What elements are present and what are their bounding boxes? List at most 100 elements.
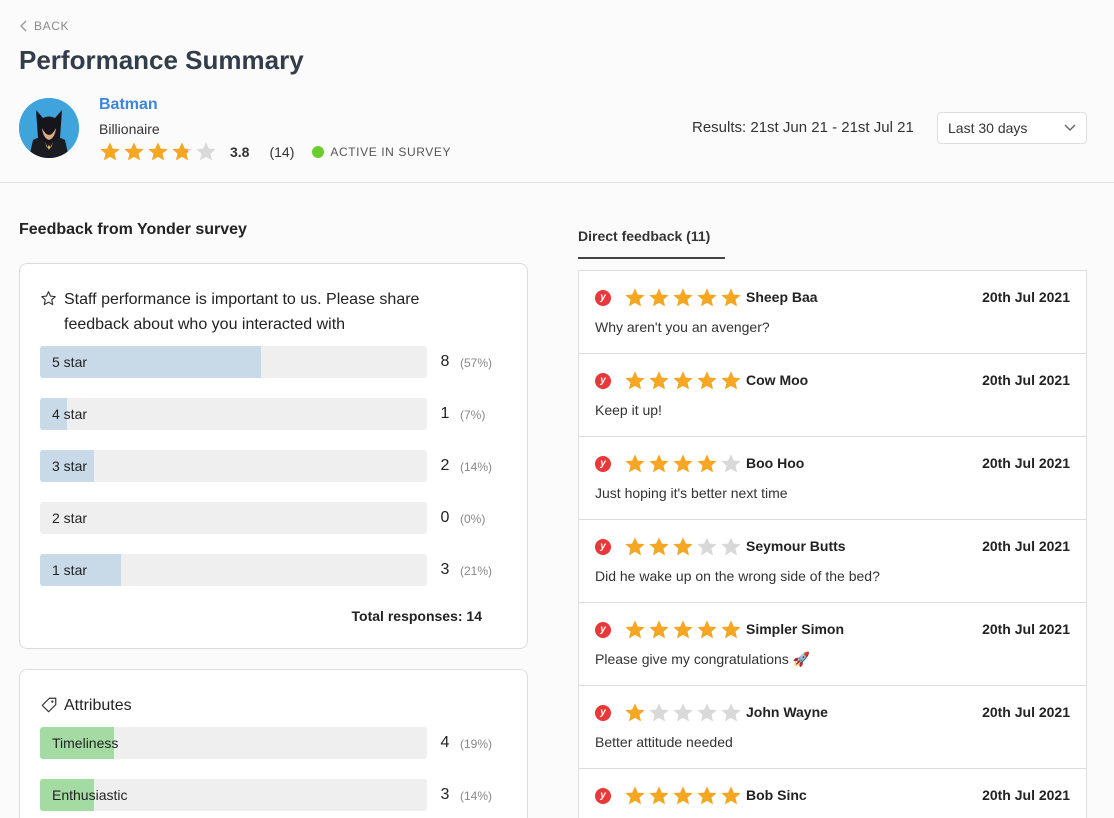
star-filled-icon: [649, 288, 669, 307]
bar-label: 5 star: [52, 354, 88, 370]
total-responses: Total responses: 14: [351, 608, 482, 624]
status-label: ACTIVE IN SURVEY: [330, 145, 452, 159]
bar-track: Timeliness: [40, 727, 427, 759]
feedback-date: 20th Jul 2021: [982, 538, 1070, 554]
star-filled-icon: [721, 786, 741, 805]
star-empty-icon: [721, 537, 741, 556]
bar-track: 1 star: [40, 554, 427, 586]
star-filled-icon: [625, 288, 645, 307]
bar-track: Enthusiastic: [40, 779, 427, 811]
feedback-date: 20th Jul 2021: [982, 787, 1070, 803]
bar-track: 5 star: [40, 346, 427, 378]
star-filled-icon: [124, 142, 144, 161]
yonder-logo-icon: y: [595, 290, 611, 306]
yonder-logo-icon: y: [595, 622, 611, 638]
star-filled-icon: [697, 620, 717, 639]
feedback-text: Better attitude needed: [595, 734, 733, 750]
star-filled-icon: [721, 371, 741, 390]
bar-label: 2 star: [52, 510, 88, 526]
bar-label: Timeliness: [52, 735, 119, 751]
star-filled-icon: [673, 786, 693, 805]
star-filled-icon: [649, 537, 669, 556]
feedback-author: Boo Hoo: [746, 455, 805, 471]
feedback-date: 20th Jul 2021: [982, 289, 1070, 305]
direct-feedback-list[interactable]: y Sheep Baa 20th Jul 2021 Why aren't you an…: [578, 270, 1087, 818]
yonder-logo-icon: y: [595, 373, 611, 389]
star-empty-icon: [721, 454, 741, 473]
bar-percent: (0%): [460, 512, 486, 526]
star-filled-icon: [673, 537, 693, 556]
feedback-text: Why aren't you an avenger?: [595, 319, 770, 335]
star-filled-icon: [100, 142, 120, 161]
performance-card: Staff performance is important to us. Pl…: [19, 263, 528, 649]
chevron-down-icon: [1064, 124, 1076, 131]
star-filled-icon: [649, 371, 669, 390]
avatar: [19, 98, 79, 158]
tag-icon: [40, 693, 64, 722]
bar-label: Enthusiastic: [52, 787, 128, 803]
star-filled-icon: [649, 786, 669, 805]
bar-count: 4: [440, 734, 450, 751]
feedback-date: 20th Jul 2021: [982, 621, 1070, 637]
feedback-date: 20th Jul 2021: [982, 455, 1070, 471]
performance-question: Staff performance is important to us. Pl…: [40, 287, 460, 337]
yonder-logo-icon: y: [595, 788, 611, 804]
feedback-stars: [624, 453, 742, 475]
feedback-stars: [624, 536, 742, 558]
tab-direct-feedback[interactable]: Direct feedback (11): [578, 228, 725, 259]
feedback-item[interactable]: y John Wayne 20th Jul 2021 Better attitude …: [579, 686, 1086, 769]
star-filled-icon: [697, 371, 717, 390]
star-filled-icon: [697, 454, 717, 473]
feedback-stars: [624, 702, 742, 724]
bar-label: 3 star: [52, 458, 88, 474]
period-select[interactable]: Last 30 days: [937, 112, 1087, 144]
bar-percent: (14%): [460, 460, 493, 474]
feedback-author: Simpler Simon: [746, 621, 845, 637]
bar-row: Enthusiastic 3 (14%): [40, 779, 500, 811]
feedback-item[interactable]: y Boo Hoo 20th Jul 2021 Just hoping it's be…: [579, 437, 1086, 520]
star-half-icon: [172, 142, 192, 161]
bar-percent: (19%): [460, 737, 493, 751]
batman-avatar-icon: [19, 98, 79, 158]
star-filled-icon: [625, 537, 645, 556]
feedback-item[interactable]: y Cow Moo 20th Jul 2021 Keep it up!: [579, 354, 1086, 437]
feedback-item[interactable]: y Sheep Baa 20th Jul 2021 Why aren't you an…: [579, 271, 1086, 354]
bar-label: 4 star: [52, 406, 88, 422]
star-filled-icon: [673, 371, 693, 390]
feedback-date: 20th Jul 2021: [982, 704, 1070, 720]
feedback-text: Did he wake up on the wrong side of the …: [595, 568, 880, 584]
feedback-item[interactable]: y Seymour Butts 20th Jul 2021 Did he wake u…: [579, 520, 1086, 603]
feedback-author: John Wayne: [746, 704, 828, 720]
star-empty-icon: [697, 703, 717, 722]
back-link[interactable]: BACK: [19, 19, 69, 33]
bar-row: Timeliness 4 (19%): [40, 727, 500, 759]
profile-role: Billionaire: [99, 121, 160, 137]
feedback-item[interactable]: y Simpler Simon 20th Jul 2021 Please give m…: [579, 603, 1086, 686]
profile-name[interactable]: Batman: [99, 96, 158, 114]
star-filled-icon: [673, 620, 693, 639]
bar-track: 4 star: [40, 398, 427, 430]
feedback-item[interactable]: y Bob Sinc 20th Jul 2021: [579, 769, 1086, 818]
rating-value: 3.8: [230, 144, 250, 160]
bar-row: 2 star 0 (0%): [40, 502, 500, 534]
yonder-logo-icon: y: [595, 705, 611, 721]
feedback-author: Bob Sinc: [746, 787, 807, 803]
feedback-text: Keep it up!: [595, 402, 662, 418]
attributes-card: Attributes Timeliness 4 (19%) Enthusiastic 3…: [19, 669, 528, 818]
star-filled-icon: [625, 620, 645, 639]
status-badge: ACTIVE IN SURVEY: [312, 145, 451, 159]
star-empty-icon: [673, 703, 693, 722]
star-filled-icon: [625, 454, 645, 473]
star-empty-icon: [697, 537, 717, 556]
star-filled-icon: [721, 288, 741, 307]
star-filled-icon: [625, 371, 645, 390]
star-filled-icon: [649, 620, 669, 639]
bar-track: 2 star: [40, 502, 427, 534]
feedback-text: Just hoping it's better next time: [595, 485, 788, 501]
attributes-heading: Attributes: [40, 693, 460, 722]
bar-count: 2: [440, 457, 450, 474]
bar-percent: (14%): [460, 789, 493, 803]
feedback-author: Seymour Butts: [746, 538, 846, 554]
star-filled-icon: [625, 786, 645, 805]
feedback-stars: [624, 287, 742, 309]
